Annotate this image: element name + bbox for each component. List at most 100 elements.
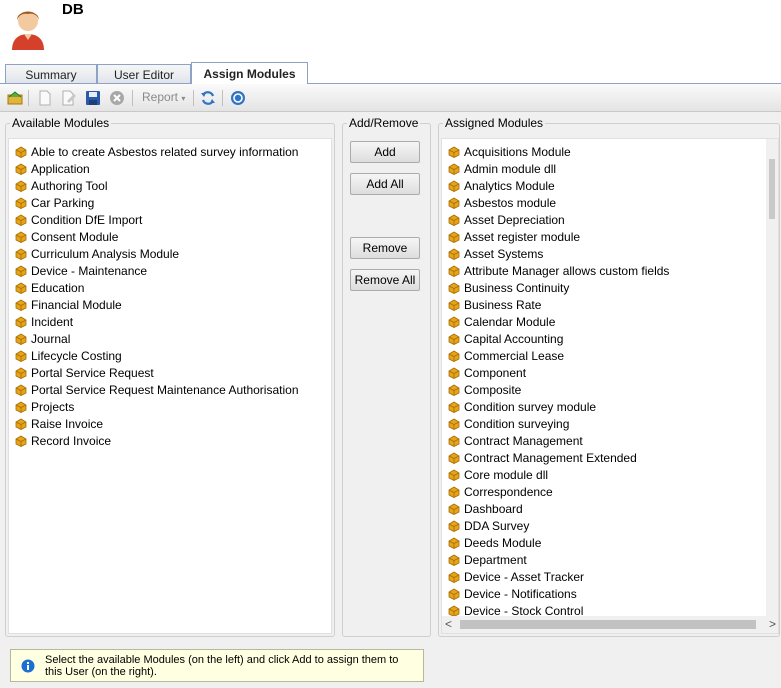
list-item[interactable]: Device - Maintenance [15, 262, 147, 279]
list-item[interactable]: Calendar Module [448, 313, 555, 330]
toolbar-separator [222, 90, 223, 106]
user-name: DB [62, 1, 84, 18]
list-item[interactable]: Record Invoice [15, 432, 111, 449]
module-icon [15, 146, 27, 158]
list-item[interactable]: Condition surveying [448, 415, 569, 432]
list-item[interactable]: Projects [15, 398, 74, 415]
tab-assign-modules[interactable]: Assign Modules [191, 62, 308, 84]
list-item[interactable]: Correspondence [448, 483, 553, 500]
list-item[interactable]: Attribute Manager allows custom fields [448, 262, 669, 279]
vertical-scroll-thumb[interactable] [769, 159, 775, 219]
module-label: Asset Depreciation [464, 212, 565, 227]
list-item[interactable]: Business Continuity [448, 279, 569, 296]
list-item[interactable]: Composite [448, 381, 521, 398]
delete-icon[interactable] [108, 89, 126, 107]
hint-text: Select the available Modules (on the lef… [45, 654, 399, 678]
list-item[interactable]: Commercial Lease [448, 347, 564, 364]
module-icon [448, 520, 460, 532]
vertical-scrollbar[interactable] [766, 139, 778, 617]
module-icon [448, 571, 460, 583]
list-item[interactable]: Capital Accounting [448, 330, 563, 347]
horizontal-scroll-thumb[interactable] [460, 620, 756, 629]
module-label: Acquisitions Module [464, 144, 571, 159]
list-item[interactable]: Component [448, 364, 526, 381]
save-icon[interactable] [84, 89, 102, 107]
list-item[interactable]: Department [448, 551, 527, 568]
tab-summary-label: Summary [25, 67, 77, 82]
list-item[interactable]: Asset Systems [448, 245, 543, 262]
report-dropdown[interactable]: Report ▾ [142, 90, 185, 104]
module-icon [448, 350, 460, 362]
scroll-left-arrow-icon[interactable]: < [445, 617, 452, 631]
list-item[interactable]: Asset Depreciation [448, 211, 565, 228]
list-item[interactable]: Admin module dll [448, 160, 556, 177]
tab-user-editor[interactable]: User Editor [97, 64, 191, 84]
list-item[interactable]: Education [15, 279, 84, 296]
remove-button[interactable]: Remove [350, 237, 420, 259]
module-icon [448, 299, 460, 311]
list-item[interactable]: DDA Survey [448, 517, 529, 534]
list-item[interactable]: Device - Asset Tracker [448, 568, 584, 585]
module-icon [448, 231, 460, 243]
module-icon [15, 163, 27, 175]
module-icon [448, 197, 460, 209]
list-item[interactable]: Acquisitions Module [448, 143, 571, 160]
module-label: Composite [464, 382, 522, 397]
module-icon [15, 231, 27, 243]
assigned-modules-list[interactable]: Acquisitions Module Admin module dll Analy… [441, 138, 779, 634]
list-item[interactable]: Condition survey module [448, 398, 596, 415]
tab-strip: Summary User Editor Assign Modules [0, 62, 781, 84]
list-item[interactable]: Application [15, 160, 90, 177]
module-icon [448, 588, 460, 600]
list-item[interactable]: Asbestos module [448, 194, 556, 211]
list-item[interactable]: Portal Service Request [15, 364, 154, 381]
refresh-icon[interactable] [199, 89, 217, 107]
add-all-button[interactable]: Add All [350, 173, 420, 195]
list-item[interactable]: Contract Management Extended [448, 449, 637, 466]
list-item[interactable]: Asset register module [448, 228, 580, 245]
list-item[interactable]: Device - Notifications [448, 585, 577, 602]
add-button[interactable]: Add [350, 141, 420, 163]
list-item[interactable]: Analytics Module [448, 177, 555, 194]
module-label: Condition DfE Import [31, 212, 143, 227]
list-item[interactable]: Consent Module [15, 228, 118, 245]
list-item[interactable]: Contract Management [448, 432, 583, 449]
module-icon [448, 401, 460, 413]
module-label: Condition survey module [464, 399, 597, 414]
list-item[interactable]: Core module dll [448, 466, 548, 483]
module-label: Application [31, 161, 90, 176]
new-document-icon[interactable] [36, 89, 54, 107]
module-label: Contract Management Extended [464, 450, 637, 465]
list-item[interactable]: Lifecycle Costing [15, 347, 122, 364]
remove-all-button[interactable]: Remove All [350, 269, 420, 291]
list-item[interactable]: Car Parking [15, 194, 94, 211]
list-item[interactable]: Journal [15, 330, 70, 347]
list-item[interactable]: Able to create Asbestos related survey i… [15, 143, 298, 160]
assigned-modules-title: Assigned Modules [443, 116, 546, 130]
list-item[interactable]: Condition DfE Import [15, 211, 142, 228]
list-item[interactable]: Portal Service Request Maintenance Autho… [15, 381, 299, 398]
horizontal-scrollbar[interactable]: < > [442, 616, 778, 633]
module-label: Education [31, 280, 85, 295]
module-icon [448, 452, 460, 464]
module-icon [448, 384, 460, 396]
list-item[interactable]: Incident [15, 313, 73, 330]
list-item[interactable]: Business Rate [448, 296, 541, 313]
scroll-right-arrow-icon[interactable]: > [769, 617, 776, 631]
edit-document-icon[interactable] [60, 89, 78, 107]
tab-summary[interactable]: Summary [5, 64, 97, 84]
list-item[interactable]: Dashboard [448, 500, 523, 517]
home-folder-icon[interactable] [6, 89, 24, 107]
available-modules-list[interactable]: Able to create Asbestos related survey i… [8, 138, 332, 634]
list-item[interactable]: Financial Module [15, 296, 122, 313]
list-item[interactable]: Curriculum Analysis Module [15, 245, 179, 262]
list-item[interactable]: Deeds Module [448, 534, 541, 551]
help-icon[interactable] [229, 89, 247, 107]
report-label: Report [142, 90, 179, 104]
list-item[interactable]: Authoring Tool [15, 177, 108, 194]
toolbar: Report ▾ [0, 84, 781, 112]
module-label: Business Continuity [464, 280, 570, 295]
module-label: Asbestos module [464, 195, 557, 210]
list-item[interactable]: Raise Invoice [15, 415, 103, 432]
module-label: Capital Accounting [464, 331, 564, 346]
